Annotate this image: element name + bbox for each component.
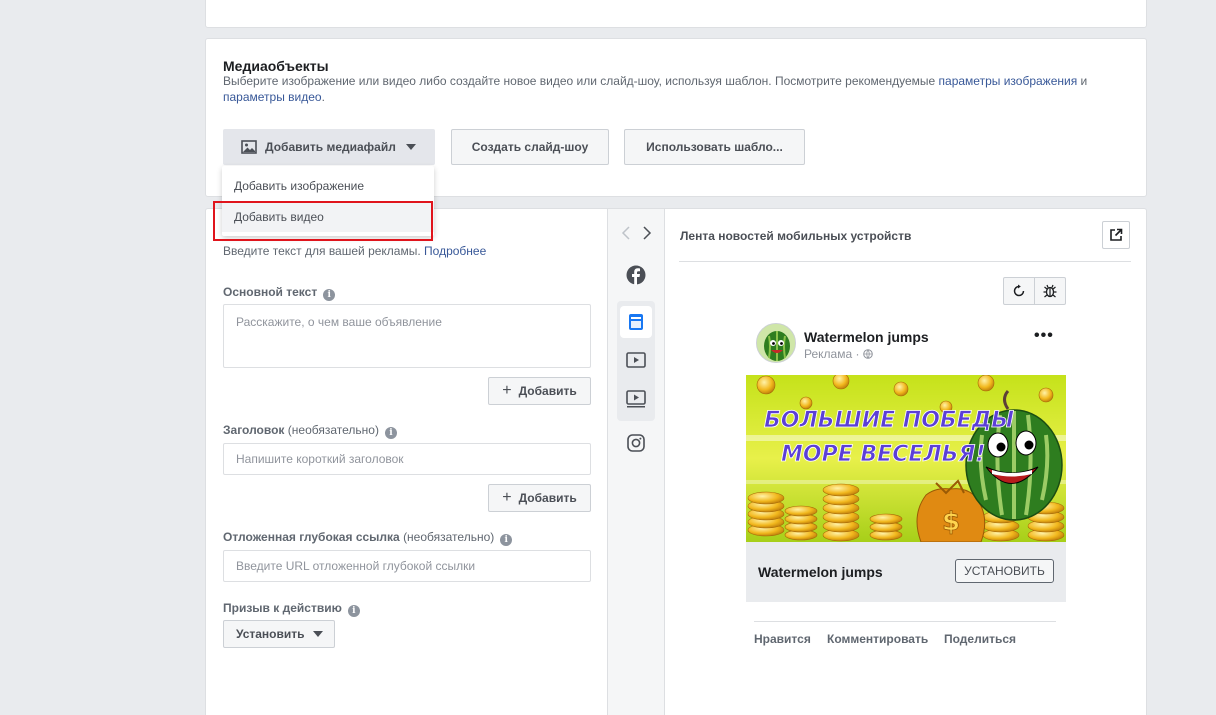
primary-text-input[interactable]: Расскажите, о чем ваше объявление xyxy=(223,304,591,368)
comment-button[interactable]: Комментировать xyxy=(827,632,928,646)
share-button[interactable]: Поделиться xyxy=(944,632,1016,646)
external-link-icon xyxy=(1110,228,1123,241)
dropdown-item-add-video[interactable]: Добавить видео xyxy=(222,202,434,232)
video-params-link[interactable]: параметры видео xyxy=(223,90,322,104)
create-slideshow-button[interactable]: Создать слайд-шоу xyxy=(451,129,609,165)
chevron-left-icon[interactable] xyxy=(620,226,632,240)
install-button[interactable]: УСТАНОВИТЬ xyxy=(955,559,1054,583)
divider xyxy=(754,621,1056,622)
ad-image: $ БОЛЬШИЕ ПОБЕДЫ МОРЕ ВЕСЕЛЬЯ! xyxy=(746,375,1066,542)
use-template-button[interactable]: Использовать шабло... xyxy=(624,129,805,165)
bug-icon xyxy=(1043,284,1057,298)
learn-more-link[interactable]: Подробнее xyxy=(424,244,486,258)
svg-text:$: $ xyxy=(942,507,960,537)
ad-creative-card: Введите текст для вашей рекламы. Подробн… xyxy=(205,208,1147,715)
avatar xyxy=(756,323,796,363)
caret-down-icon xyxy=(312,631,323,637)
video-feed-icon[interactable] xyxy=(623,386,649,412)
like-button[interactable]: Нравится xyxy=(754,632,811,646)
deeplink-input[interactable]: Введите URL отложенной глубокой ссылки xyxy=(223,550,591,582)
media-description: Выберите изображение или видео либо созд… xyxy=(223,74,1088,104)
refresh-button[interactable] xyxy=(1004,278,1035,304)
add-media-label: Добавить медиафайл xyxy=(265,140,396,154)
facebook-icon[interactable] xyxy=(623,262,649,288)
divider xyxy=(664,209,665,715)
preview-title: Лента новостей мобильных устройств xyxy=(680,229,912,243)
info-icon[interactable]: i xyxy=(500,534,513,546)
add-media-dropdown: Добавить изображение Добавить видео xyxy=(222,166,434,236)
plus-icon: + xyxy=(502,489,512,506)
info-icon[interactable]: i xyxy=(323,289,336,301)
add-media-button[interactable]: Добавить медиафайл xyxy=(223,129,435,165)
add-primary-text-button[interactable]: + Добавить xyxy=(488,377,591,405)
headline-input[interactable]: Напишите короткий заголовок xyxy=(223,443,591,475)
dropdown-item-add-image[interactable]: Добавить изображение xyxy=(222,171,434,201)
info-icon[interactable]: i xyxy=(347,605,360,617)
divider xyxy=(679,261,1131,262)
primary-text-label: Основной текст i xyxy=(223,285,336,301)
preview-tools xyxy=(1003,277,1066,305)
more-options-icon[interactable]: ••• xyxy=(1034,327,1054,345)
refresh-icon xyxy=(1013,284,1024,297)
info-icon[interactable]: i xyxy=(384,427,397,439)
ad-headline-line1: БОЛЬШИЕ ПОБЕДЫ xyxy=(764,408,1014,433)
ad-headline-line2: МОРЕ ВЕСЕЛЬЯ! xyxy=(781,442,985,467)
cta-select[interactable]: Установить xyxy=(223,620,335,648)
globe-icon xyxy=(863,349,873,359)
cta-label: Призыв к действию i xyxy=(223,601,360,617)
deeplink-label: Отложенная глубокая ссылка (необязательн… xyxy=(223,530,513,546)
video-placement-icon[interactable] xyxy=(623,347,649,373)
text-hint: Введите текст для вашей рекламы. Подробн… xyxy=(223,244,487,258)
media-title: Медиаобъекты xyxy=(223,58,329,74)
cta-bar: Watermelon jumps УСТАНОВИТЬ xyxy=(746,542,1066,602)
add-headline-button[interactable]: + Добавить xyxy=(488,484,591,512)
headline-label: Заголовок (необязательно) i xyxy=(223,423,397,439)
cta-title: Watermelon jumps xyxy=(758,564,883,580)
sponsored-label: Реклама · xyxy=(804,347,873,361)
open-external-button[interactable] xyxy=(1102,221,1130,249)
chevron-right-icon[interactable] xyxy=(641,226,653,240)
report-bug-button[interactable] xyxy=(1035,278,1065,304)
page-name: Watermelon jumps xyxy=(804,329,929,345)
mobile-feed-icon[interactable] xyxy=(620,306,652,338)
image-params-link[interactable]: параметры изображения xyxy=(939,74,1078,88)
instagram-icon[interactable] xyxy=(623,430,649,456)
plus-icon: + xyxy=(502,382,512,399)
caret-down-icon xyxy=(405,144,416,150)
previous-section-card xyxy=(205,0,1147,28)
placement-rail xyxy=(608,209,664,715)
image-icon xyxy=(241,140,257,154)
